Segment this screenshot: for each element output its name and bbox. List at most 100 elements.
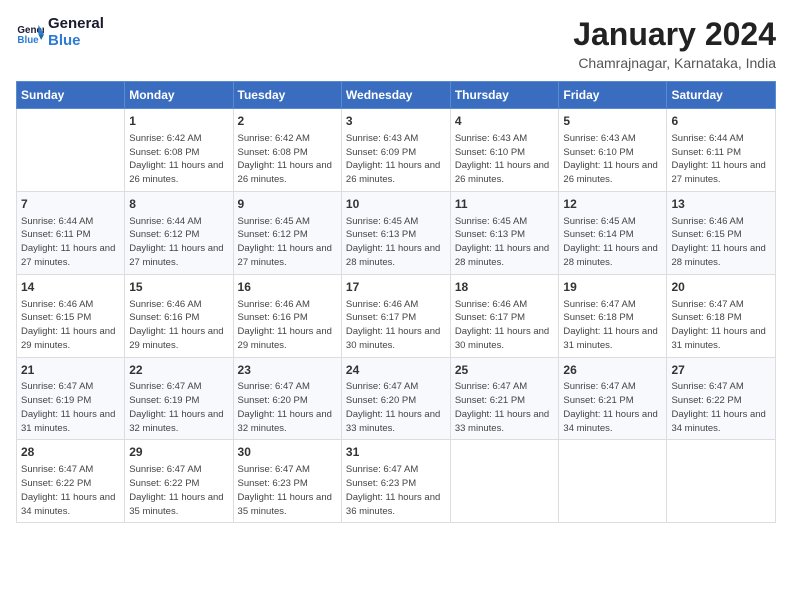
day-info: Sunrise: 6:47 AM Sunset: 6:22 PM Dayligh…: [129, 463, 228, 518]
calendar-cell: 4Sunrise: 6:43 AM Sunset: 6:10 PM Daylig…: [450, 109, 559, 192]
day-number: 15: [129, 279, 228, 296]
day-info: Sunrise: 6:47 AM Sunset: 6:21 PM Dayligh…: [563, 380, 662, 435]
day-number: 19: [563, 279, 662, 296]
day-number: 18: [455, 279, 555, 296]
calendar-cell: [667, 440, 776, 523]
day-number: 21: [21, 362, 120, 379]
day-info: Sunrise: 6:47 AM Sunset: 6:18 PM Dayligh…: [671, 298, 771, 353]
logo-general: General: [48, 15, 104, 32]
calendar-cell: 18 Sunrise: 6:46 AM Sunset: 6:17 PM Dayli…: [450, 274, 559, 357]
day-info: Sunrise: 6:47 AM Sunset: 6:23 PM Dayligh…: [238, 463, 337, 518]
header-saturday: Saturday: [667, 82, 776, 109]
header-monday: Monday: [125, 82, 233, 109]
week-row-4: 21 Sunrise: 6:47 AM Sunset: 6:19 PM Dayli…: [17, 357, 776, 440]
day-info: Sunrise: 6:44 AM Sunset: 6:11 PM Dayligh…: [21, 215, 120, 270]
day-number: 6: [671, 113, 771, 130]
calendar-cell: 14 Sunrise: 6:46 AM Sunset: 6:15 PM Dayli…: [17, 274, 125, 357]
day-number: 1: [129, 113, 228, 130]
calendar-cell: 12 Sunrise: 6:45 AM Sunset: 6:14 PM Dayli…: [559, 191, 667, 274]
day-info: Sunrise: 6:44 AM Sunset: 6:11 PM Dayligh…: [671, 132, 771, 187]
calendar-cell: 25Sunrise: 6:47 AM Sunset: 6:21 PM Dayli…: [450, 357, 559, 440]
day-number: 5: [563, 113, 662, 130]
logo-blue: Blue: [48, 32, 81, 49]
day-info: Sunrise: 6:47 AM Sunset: 6:21 PM Dayligh…: [455, 380, 555, 435]
day-info: Sunrise: 6:42 AM Sunset: 6:08 PM Dayligh…: [129, 132, 228, 187]
day-number: 9: [238, 196, 337, 213]
week-row-2: 7Sunrise: 6:44 AM Sunset: 6:11 PM Daylig…: [17, 191, 776, 274]
main-title: January 2024: [573, 16, 776, 53]
calendar-cell: [559, 440, 667, 523]
day-info: Sunrise: 6:47 AM Sunset: 6:19 PM Dayligh…: [129, 380, 228, 435]
day-info: Sunrise: 6:47 AM Sunset: 6:20 PM Dayligh…: [238, 380, 337, 435]
day-info: Sunrise: 6:47 AM Sunset: 6:20 PM Dayligh…: [346, 380, 446, 435]
day-info: Sunrise: 6:46 AM Sunset: 6:17 PM Dayligh…: [455, 298, 555, 353]
svg-text:Blue: Blue: [17, 34, 39, 45]
header-tuesday: Tuesday: [233, 82, 341, 109]
calendar-cell: 8 Sunrise: 6:44 AM Sunset: 6:12 PM Daylig…: [125, 191, 233, 274]
day-info: Sunrise: 6:43 AM Sunset: 6:09 PM Dayligh…: [346, 132, 446, 187]
day-number: 17: [346, 279, 446, 296]
calendar-cell: 24Sunrise: 6:47 AM Sunset: 6:20 PM Dayli…: [341, 357, 450, 440]
day-number: 14: [21, 279, 120, 296]
day-number: 13: [671, 196, 771, 213]
day-info: Sunrise: 6:46 AM Sunset: 6:15 PM Dayligh…: [671, 215, 771, 270]
header-wednesday: Wednesday: [341, 82, 450, 109]
logo: General Blue General Blue: [16, 16, 104, 49]
week-row-5: 28 Sunrise: 6:47 AM Sunset: 6:22 PM Dayli…: [17, 440, 776, 523]
day-number: 3: [346, 113, 446, 130]
calendar-cell: 6 Sunrise: 6:44 AM Sunset: 6:11 PM Daylig…: [667, 109, 776, 192]
header-friday: Friday: [559, 82, 667, 109]
calendar-page: General Blue General Blue January 2024 C…: [0, 0, 792, 531]
day-number: 16: [238, 279, 337, 296]
week-row-3: 14 Sunrise: 6:46 AM Sunset: 6:15 PM Dayli…: [17, 274, 776, 357]
calendar-cell: 13 Sunrise: 6:46 AM Sunset: 6:15 PM Dayli…: [667, 191, 776, 274]
day-info: Sunrise: 6:47 AM Sunset: 6:18 PM Dayligh…: [563, 298, 662, 353]
calendar-cell: 30 Sunrise: 6:47 AM Sunset: 6:23 PM Dayli…: [233, 440, 341, 523]
day-info: Sunrise: 6:46 AM Sunset: 6:16 PM Dayligh…: [129, 298, 228, 353]
day-number: 4: [455, 113, 555, 130]
calendar-cell: 10Sunrise: 6:45 AM Sunset: 6:13 PM Dayli…: [341, 191, 450, 274]
calendar-cell: 7Sunrise: 6:44 AM Sunset: 6:11 PM Daylig…: [17, 191, 125, 274]
calendar-header: Sunday Monday Tuesday Wednesday Thursday…: [17, 82, 776, 109]
title-block: January 2024 Chamrajnagar, Karnataka, In…: [573, 16, 776, 71]
calendar-cell: 11Sunrise: 6:45 AM Sunset: 6:13 PM Dayli…: [450, 191, 559, 274]
calendar-cell: 28 Sunrise: 6:47 AM Sunset: 6:22 PM Dayli…: [17, 440, 125, 523]
logo-icon: General Blue: [16, 19, 44, 47]
calendar-cell: 23Sunrise: 6:47 AM Sunset: 6:20 PM Dayli…: [233, 357, 341, 440]
day-info: Sunrise: 6:46 AM Sunset: 6:16 PM Dayligh…: [238, 298, 337, 353]
day-info: Sunrise: 6:45 AM Sunset: 6:13 PM Dayligh…: [455, 215, 555, 270]
day-number: 23: [238, 362, 337, 379]
day-number: 8: [129, 196, 228, 213]
day-info: Sunrise: 6:46 AM Sunset: 6:15 PM Dayligh…: [21, 298, 120, 353]
day-info: Sunrise: 6:45 AM Sunset: 6:14 PM Dayligh…: [563, 215, 662, 270]
day-number: 2: [238, 113, 337, 130]
day-info: Sunrise: 6:43 AM Sunset: 6:10 PM Dayligh…: [563, 132, 662, 187]
subtitle: Chamrajnagar, Karnataka, India: [573, 55, 776, 71]
day-number: 27: [671, 362, 771, 379]
day-info: Sunrise: 6:46 AM Sunset: 6:17 PM Dayligh…: [346, 298, 446, 353]
day-info: Sunrise: 6:44 AM Sunset: 6:12 PM Dayligh…: [129, 215, 228, 270]
calendar-cell: 1 Sunrise: 6:42 AM Sunset: 6:08 PM Daylig…: [125, 109, 233, 192]
calendar-table: Sunday Monday Tuesday Wednesday Thursday…: [16, 81, 776, 523]
calendar-cell: 16 Sunrise: 6:46 AM Sunset: 6:16 PM Dayli…: [233, 274, 341, 357]
day-number: 29: [129, 444, 228, 461]
calendar-cell: 9Sunrise: 6:45 AM Sunset: 6:12 PM Daylig…: [233, 191, 341, 274]
calendar-cell: [450, 440, 559, 523]
day-number: 28: [21, 444, 120, 461]
day-number: 30: [238, 444, 337, 461]
calendar-cell: 22Sunrise: 6:47 AM Sunset: 6:19 PM Dayli…: [125, 357, 233, 440]
day-info: Sunrise: 6:47 AM Sunset: 6:22 PM Dayligh…: [21, 463, 120, 518]
calendar-cell: 29 Sunrise: 6:47 AM Sunset: 6:22 PM Dayli…: [125, 440, 233, 523]
calendar-cell: 21Sunrise: 6:47 AM Sunset: 6:19 PM Dayli…: [17, 357, 125, 440]
calendar-cell: 20Sunrise: 6:47 AM Sunset: 6:18 PM Dayli…: [667, 274, 776, 357]
header-sunday: Sunday: [17, 82, 125, 109]
day-number: 12: [563, 196, 662, 213]
calendar-body: 1 Sunrise: 6:42 AM Sunset: 6:08 PM Daylig…: [17, 109, 776, 523]
calendar-cell: 19 Sunrise: 6:47 AM Sunset: 6:18 PM Dayli…: [559, 274, 667, 357]
calendar-cell: 27Sunrise: 6:47 AM Sunset: 6:22 PM Dayli…: [667, 357, 776, 440]
day-number: 10: [346, 196, 446, 213]
logo-text-block: General Blue: [48, 16, 104, 49]
calendar-cell: [17, 109, 125, 192]
week-row-1: 1 Sunrise: 6:42 AM Sunset: 6:08 PM Daylig…: [17, 109, 776, 192]
day-number: 26: [563, 362, 662, 379]
